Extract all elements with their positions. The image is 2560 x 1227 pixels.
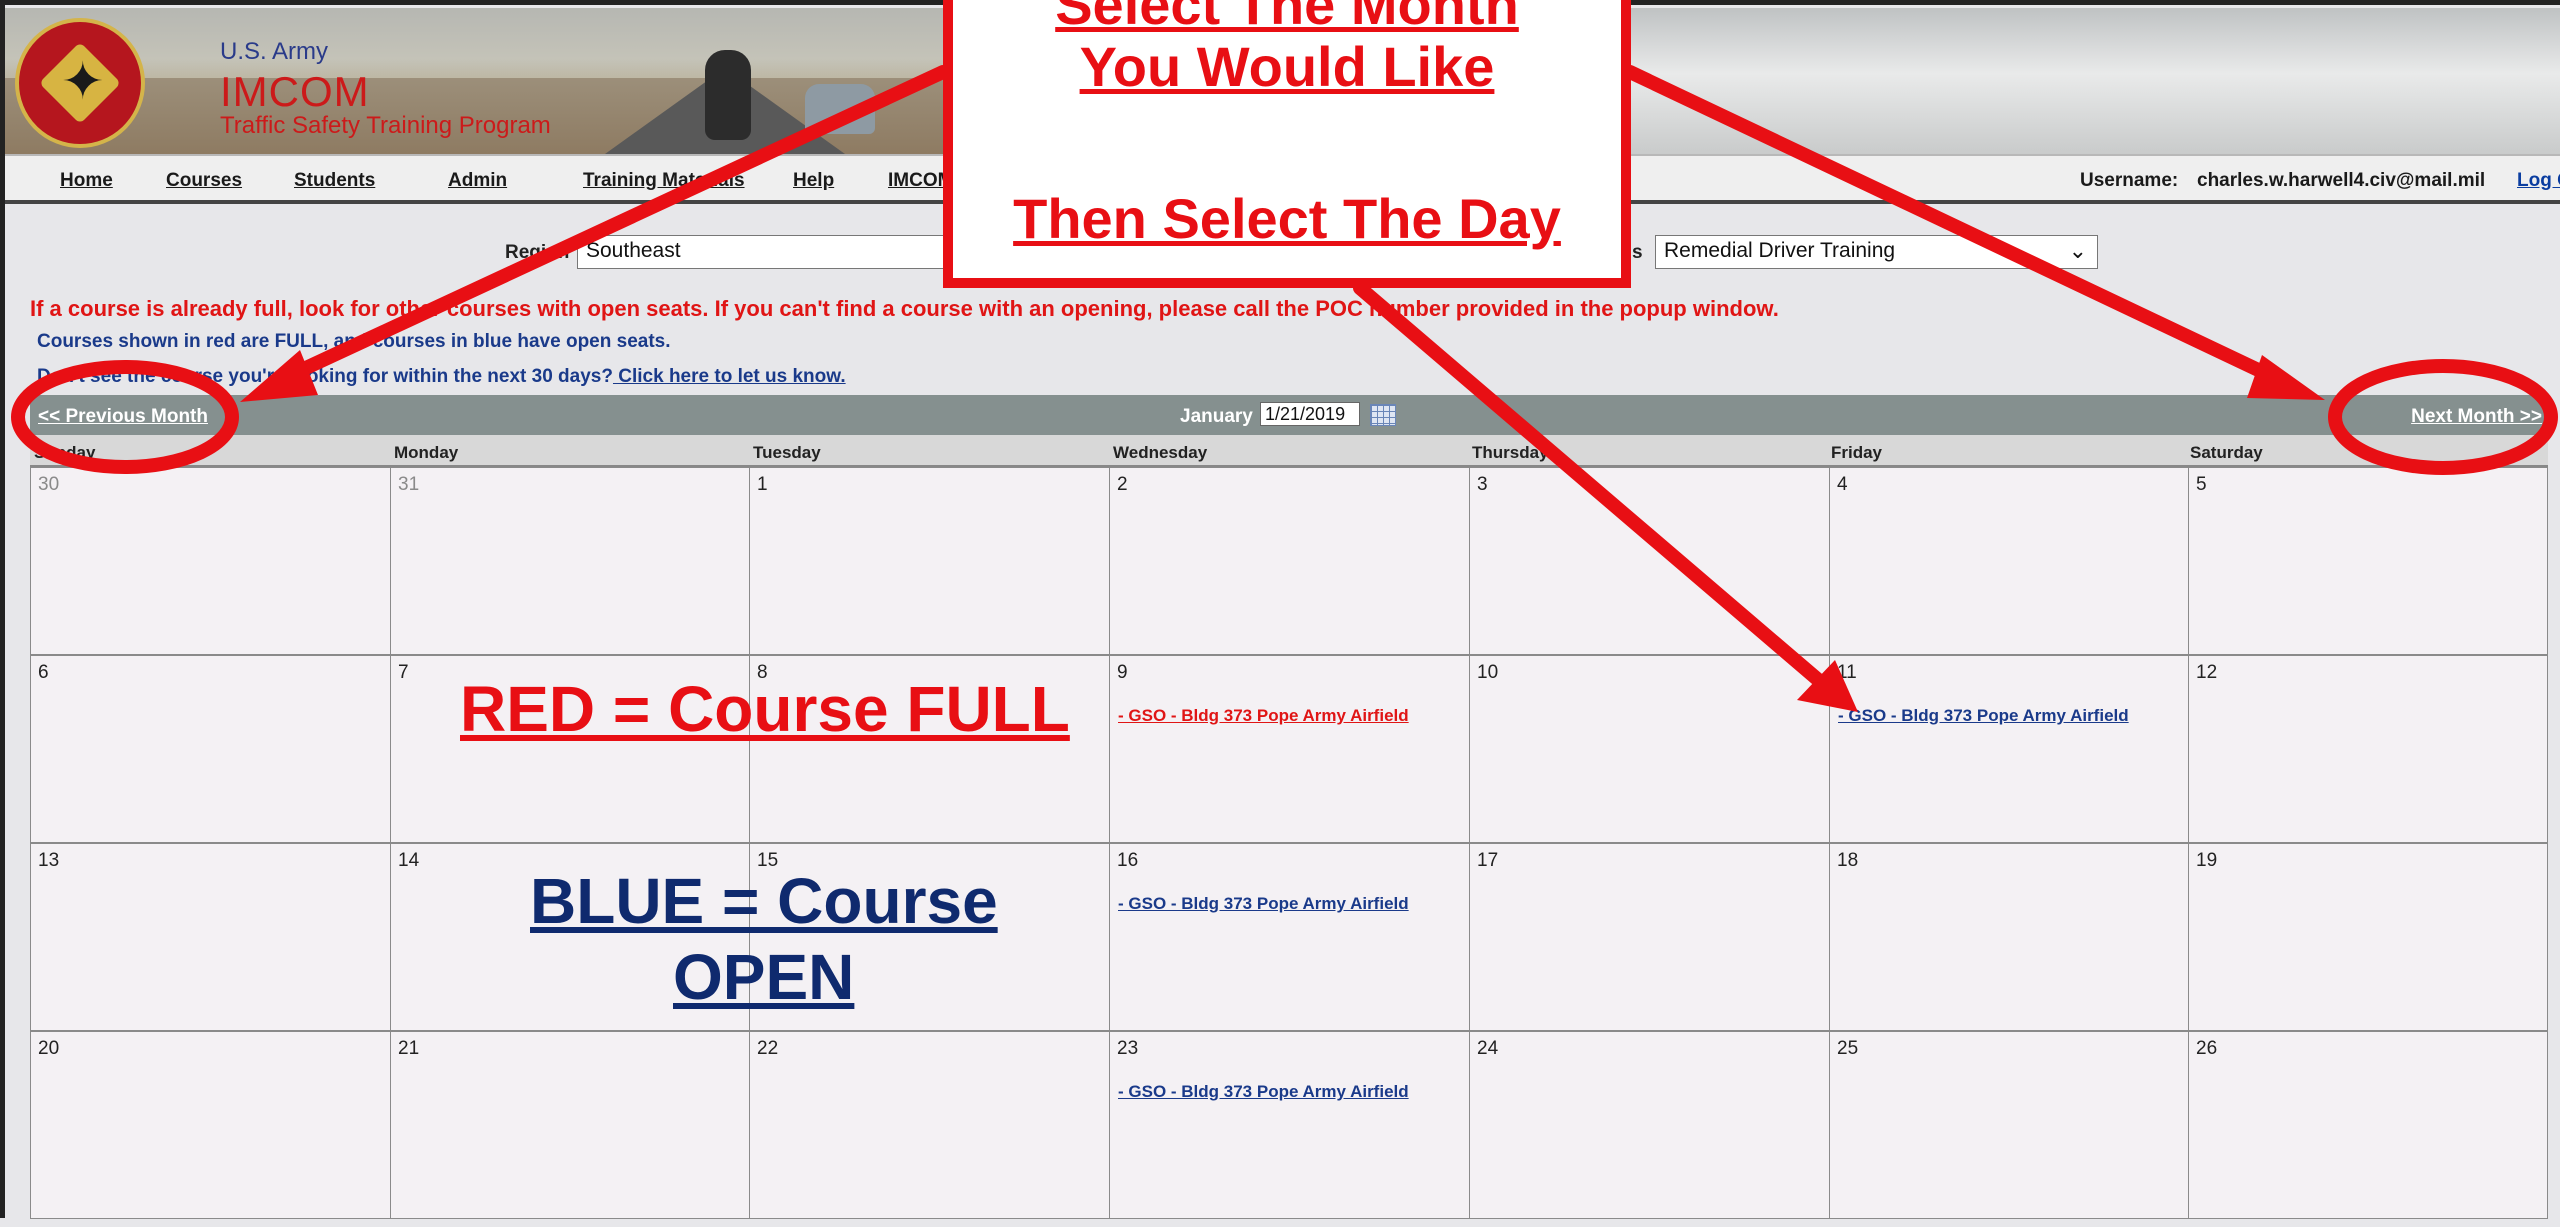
arrow-to-next-month <box>1623 65 2297 392</box>
arrowhead-previous <box>240 350 318 402</box>
previous-month-highlight <box>11 360 239 474</box>
arrow-to-previous-month <box>273 65 950 387</box>
callout-line-3: Then Select The Day <box>1013 187 1561 250</box>
red-legend-overlay: RED = Course FULL <box>460 673 1070 745</box>
arrowhead-next <box>2247 355 2325 400</box>
callout-line-2: You Would Like <box>1079 35 1495 98</box>
arrow-to-day <box>1353 281 1837 697</box>
callout-line-1: Select The Month <box>1055 0 1519 36</box>
instruction-callout: Select The Month You Would Like Then Sel… <box>943 0 1631 288</box>
blue-legend-overlay-line2: OPEN <box>673 941 855 1013</box>
next-month-highlight <box>2328 359 2558 475</box>
blue-legend-overlay-line1: BLUE = Course <box>530 865 998 937</box>
